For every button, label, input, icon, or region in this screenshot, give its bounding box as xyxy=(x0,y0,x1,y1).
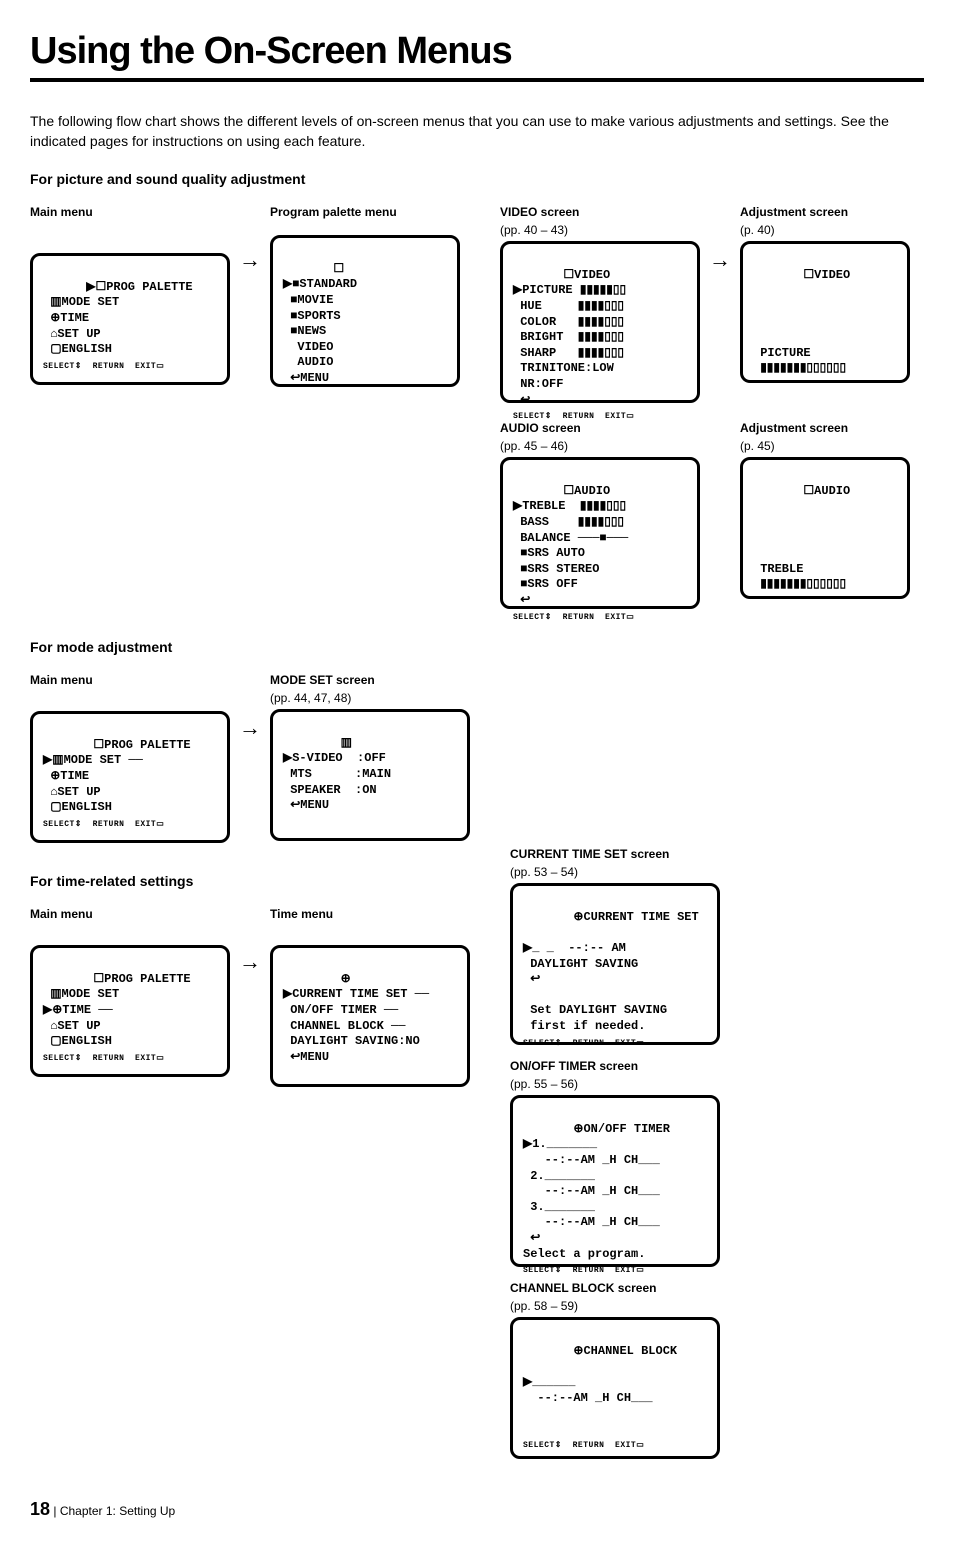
video-body: ☐VIDEO ▶PICTURE ▮▮▮▮▮▯▯ HUE ▮▮▮▮▯▯▯ COLO… xyxy=(513,268,626,407)
screen-foot-ct: SELECT⇕ RETURN EXIT▭ xyxy=(523,1039,644,1048)
page-number: 18 xyxy=(30,1499,50,1519)
label-adjust-2: Adjustment screen xyxy=(740,421,910,435)
screen-main-3: ☐PROG PALETTE ▥MODE SET ▶⊕TIME ── ⌂SET U… xyxy=(30,945,230,1077)
page-title: Using the On-Screen Menus xyxy=(30,30,924,73)
screen-onoff: ⊕ON/OFF TIMER ▶1._______ --:--AM _H CH__… xyxy=(510,1095,720,1267)
label-adjust-1: Adjustment screen xyxy=(740,205,910,219)
screen-current-time: ⊕CURRENT TIME SET ▶_ _ --:-- AM DAYLIGHT… xyxy=(510,883,720,1045)
screen-foot-oo: SELECT⇕ RETURN EXIT▭ xyxy=(523,1266,644,1275)
section-mode: For mode adjustment xyxy=(30,639,924,655)
adjust-p40: (p. 40) xyxy=(740,223,910,237)
screen-adjust-video: ☐VIDEO PICTURE ▮▮▮▮▮▮▮▯▯▯▯▯▯ xyxy=(740,241,910,383)
main2-body: ☐PROG PALETTE ▶▥MODE SET ── ⊕TIME ⌂SET U… xyxy=(43,738,191,814)
page-footer: 18 | Chapter 1: Setting Up xyxy=(30,1499,924,1520)
label-main-menu-3: Main menu xyxy=(30,907,230,921)
arrow-icon-3: → xyxy=(230,665,270,741)
adjust-audio-body: ☐AUDIO TREBLE ▮▮▮▮▮▮▮▯▯▯▯▯▯ xyxy=(753,484,850,592)
screen-mode-set: ▥ ▶S-VIDEO :OFF MTS :MAIN SPEAKER :ON ↩M… xyxy=(270,709,470,841)
label-mode-set: MODE SET screen xyxy=(270,673,470,687)
screen-main-1: ▶☐PROG PALETTE ▥MODE SET ⊕TIME ⌂SET UP ▢… xyxy=(30,253,230,385)
arrow-icon-4: → xyxy=(230,899,270,975)
audio-body: ☐AUDIO ▶TREBLE ▮▮▮▮▯▯▯ BASS ▮▮▮▮▯▯▯ BALA… xyxy=(513,484,628,607)
onoff-body: ⊕ON/OFF TIMER ▶1._______ --:--AM _H CH__… xyxy=(523,1122,670,1261)
current-time-pages: (pp. 53 – 54) xyxy=(510,865,720,879)
screen-foot-a: SELECT⇕ RETURN EXIT▭ xyxy=(513,613,634,622)
arrow-icon: → xyxy=(230,197,270,273)
mode-set-body: ▥ ▶S-VIDEO :OFF MTS :MAIN SPEAKER :ON ↩M… xyxy=(283,736,391,812)
adjust-video-body: ☐VIDEO PICTURE ▮▮▮▮▮▮▮▯▯▯▯▯▯ xyxy=(753,268,850,376)
label-program-palette: Program palette menu xyxy=(270,205,460,219)
program-palette-body: ☐ ▶■STANDARD ■MOVIE ■SPORTS ■NEWS VIDEO … xyxy=(283,262,357,385)
label-onoff: ON/OFF TIMER screen xyxy=(510,1059,720,1073)
chapter-label: Chapter 1: Setting Up xyxy=(60,1504,175,1518)
label-video-screen: VIDEO screen xyxy=(500,205,700,219)
mode-set-pages: (pp. 44, 47, 48) xyxy=(270,691,470,705)
screen-adjust-audio: ☐AUDIO TREBLE ▮▮▮▮▮▮▮▯▯▯▯▯▯ xyxy=(740,457,910,599)
main3-body: ☐PROG PALETTE ▥MODE SET ▶⊕TIME ── ⌂SET U… xyxy=(43,972,191,1048)
screen-foot-m2: SELECT⇕ RETURN EXIT▭ xyxy=(43,820,164,829)
intro-text: The following flow chart shows the diffe… xyxy=(30,112,924,151)
screen-foot-m3: SELECT⇕ RETURN EXIT▭ xyxy=(43,1054,164,1063)
adjust-p45: (p. 45) xyxy=(740,439,910,453)
screen-foot: SELECT⇕ RETURN EXIT▭ xyxy=(43,362,164,371)
audio-pages: (pp. 45 – 46) xyxy=(500,439,700,453)
label-main-menu-2: Main menu xyxy=(30,673,230,687)
label-audio-screen: AUDIO screen xyxy=(500,421,700,435)
label-current-time: CURRENT TIME SET screen xyxy=(510,847,720,861)
time-menu-body: ⊕ ▶CURRENT TIME SET ── ON/OFF TIMER ── C… xyxy=(283,972,429,1064)
section-picture-sound: For picture and sound quality adjustment xyxy=(30,171,924,187)
screen-time-menu: ⊕ ▶CURRENT TIME SET ── ON/OFF TIMER ── C… xyxy=(270,945,470,1087)
chblock-pages: (pp. 58 – 59) xyxy=(510,1299,720,1313)
title-rule xyxy=(30,78,924,82)
label-time-menu: Time menu xyxy=(270,907,470,921)
video-pages: (pp. 40 – 43) xyxy=(500,223,700,237)
current-time-body: ⊕CURRENT TIME SET ▶_ _ --:-- AM DAYLIGHT… xyxy=(523,910,699,1033)
screen-main-2: ☐PROG PALETTE ▶▥MODE SET ── ⊕TIME ⌂SET U… xyxy=(30,711,230,843)
screen-video: ☐VIDEO ▶PICTURE ▮▮▮▮▮▯▯ HUE ▮▮▮▮▯▯▯ COLO… xyxy=(500,241,700,403)
screen-audio: ☐AUDIO ▶TREBLE ▮▮▮▮▯▯▯ BASS ▮▮▮▮▯▯▯ BALA… xyxy=(500,457,700,609)
section-time: For time-related settings xyxy=(30,873,924,889)
arrow-icon-2: → xyxy=(700,197,740,273)
screen-foot-v: SELECT⇕ RETURN EXIT▭ xyxy=(513,412,634,421)
screen-program-palette: ☐ ▶■STANDARD ■MOVIE ■SPORTS ■NEWS VIDEO … xyxy=(270,235,460,387)
label-main-menu: Main menu xyxy=(30,205,230,219)
screen-foot-cb: SELECT⇕ RETURN EXIT▭ xyxy=(523,1441,644,1450)
onoff-pages: (pp. 55 – 56) xyxy=(510,1077,720,1091)
label-chblock: CHANNEL BLOCK screen xyxy=(510,1281,720,1295)
screen-main1-body: ▶☐PROG PALETTE ▥MODE SET ⊕TIME ⌂SET UP ▢… xyxy=(43,280,193,356)
chblock-body: ⊕CHANNEL BLOCK ▶______ --:--AM _H CH___ xyxy=(523,1344,677,1405)
screen-chblock: ⊕CHANNEL BLOCK ▶______ --:--AM _H CH___ … xyxy=(510,1317,720,1459)
